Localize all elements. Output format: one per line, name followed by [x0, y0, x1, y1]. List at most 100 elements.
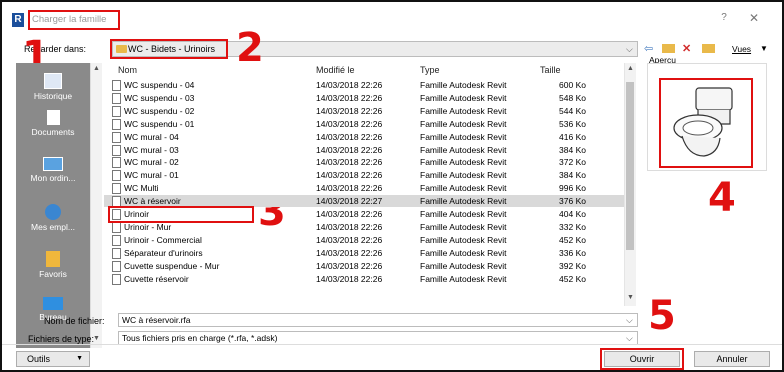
delete-icon[interactable]: ✕ — [682, 42, 691, 55]
file-modified: 14/03/2018 22:26 — [316, 118, 383, 129]
chevron-down-icon[interactable]: ⌵ — [626, 333, 633, 344]
file-type: Famille Autodesk Revit — [420, 157, 507, 168]
network-icon — [45, 204, 61, 220]
file-name: WC suspendu - 04 — [124, 80, 195, 90]
file-modified: 14/03/2018 22:27 — [316, 196, 383, 207]
scroll-down-icon[interactable]: ▼ — [93, 335, 100, 342]
callout-5: 5 — [648, 293, 676, 339]
new-folder-icon[interactable] — [702, 44, 715, 53]
file-icon — [112, 234, 121, 246]
file-modified: 14/03/2018 22:26 — [316, 157, 383, 168]
table-row[interactable]: Séparateur d'urinoirs 14/03/2018 22:26 Fam… — [104, 247, 634, 259]
toilet-preview-image — [673, 87, 733, 157]
file-type: Famille Autodesk Revit — [420, 221, 507, 232]
sidebar-item-label: Historique — [33, 91, 73, 101]
file-icon — [112, 144, 121, 156]
places-sidebar: Historique Documents Mon ordin... Mes em… — [16, 63, 90, 348]
documents-icon — [46, 110, 60, 125]
file-modified: 14/03/2018 22:26 — [316, 170, 383, 181]
file-type: Famille Autodesk Revit — [420, 118, 507, 129]
table-row[interactable]: WC suspendu - 01 14/03/2018 22:26 Famille … — [104, 118, 634, 130]
scroll-thumb[interactable] — [626, 82, 634, 250]
sidebar-item-network[interactable]: Mes empl... — [16, 204, 90, 232]
table-row[interactable]: WC mural - 01 14/03/2018 22:26 Famille Aut… — [104, 169, 634, 182]
close-button[interactable]: ✕ — [746, 11, 762, 27]
tools-button[interactable]: Outils ▼ — [16, 351, 90, 367]
sidebar-item-computer[interactable]: Mon ordin... — [16, 157, 90, 183]
scroll-up-icon[interactable]: ▲ — [93, 65, 100, 72]
file-modified: 14/03/2018 22:26 — [316, 209, 383, 219]
sidebar-item-favorites[interactable]: Favoris — [16, 251, 90, 279]
file-name: Urinoir - Commercial — [124, 234, 202, 245]
views-menu[interactable]: Vues — [732, 44, 751, 54]
file-modified: 14/03/2018 22:26 — [316, 105, 383, 116]
file-icon — [112, 221, 121, 233]
file-size: 452 Ko — [559, 273, 586, 284]
table-row[interactable]: WC Multi 14/03/2018 22:26 Famille Autodesk… — [104, 182, 634, 195]
file-size: 384 Ko — [559, 144, 586, 155]
file-modified: 14/03/2018 22:26 — [316, 221, 383, 232]
filename-input[interactable]: WC à réservoir.rfa — [118, 313, 638, 327]
file-name: WC mural - 04 — [124, 131, 179, 142]
file-name: WC Multi — [124, 183, 159, 194]
chevron-down-icon[interactable]: ⌵ — [626, 315, 633, 326]
filetype-select[interactable]: Tous fichiers pris en charge (*.rfa, *.a… — [118, 331, 638, 345]
table-row[interactable]: WC suspendu - 04 14/03/2018 22:26 Famille … — [104, 79, 634, 91]
table-row[interactable]: WC suspendu - 02 14/03/2018 22:26 Famille … — [104, 105, 634, 117]
filename-label: Nom de fichier: — [44, 316, 105, 326]
tools-button-label: Outils — [27, 354, 51, 364]
file-name: WC suspendu - 02 — [124, 105, 195, 116]
file-icon — [112, 92, 121, 104]
help-button[interactable]: ? — [716, 12, 732, 28]
sidebar-item-history[interactable]: Historique — [16, 73, 90, 101]
callout-box-look-in — [110, 39, 228, 59]
column-header-modified[interactable]: Modifié le — [316, 65, 355, 75]
column-header-type[interactable]: Type — [420, 65, 440, 75]
file-modified: 14/03/2018 22:26 — [316, 183, 383, 194]
file-modified: 14/03/2018 22:26 — [316, 247, 383, 258]
file-icon — [112, 273, 121, 285]
file-name: Séparateur d'urinoirs — [124, 247, 203, 258]
callout-2: 2 — [236, 25, 264, 71]
sidebar-item-label: Mes empl... — [31, 222, 75, 232]
table-row[interactable]: Urinoir - Commercial 14/03/2018 22:26 Fami… — [104, 234, 634, 246]
callout-4: 4 — [708, 175, 736, 221]
file-size: 376 Ko — [559, 196, 586, 207]
folder-up-icon[interactable] — [662, 44, 675, 53]
sidebar-item-documents[interactable]: Documents — [16, 110, 90, 137]
views-chevron-icon[interactable]: ▼ — [760, 44, 768, 53]
file-type: Famille Autodesk Revit — [420, 170, 507, 181]
callout-box-open — [600, 348, 684, 370]
filetype-label: Fichiers de type: — [28, 334, 95, 344]
file-size: 392 Ko — [559, 260, 586, 271]
scroll-up-icon[interactable]: ▲ — [627, 65, 634, 72]
table-row[interactable]: WC mural - 04 14/03/2018 22:26 Famille Aut… — [104, 131, 634, 143]
table-row[interactable]: WC mural - 03 14/03/2018 22:26 Famille Aut… — [104, 144, 634, 156]
file-name: WC suspendu - 01 — [124, 118, 195, 129]
file-name: Cuvette suspendue - Mur — [124, 260, 220, 271]
file-icon — [112, 80, 121, 91]
table-row[interactable]: Cuvette réservoir 14/03/2018 22:26 Famille… — [104, 273, 634, 285]
table-row[interactable]: WC mural - 02 14/03/2018 22:26 Famille Aut… — [104, 156, 634, 169]
back-arrow-icon[interactable]: ⇦ — [644, 42, 653, 55]
scroll-down-icon[interactable]: ▼ — [627, 294, 634, 301]
file-type: Famille Autodesk Revit — [420, 105, 507, 116]
file-type: Famille Autodesk Revit — [420, 247, 507, 258]
table-row[interactable]: WC suspendu - 03 14/03/2018 22:26 Famille … — [104, 92, 634, 104]
sidebar-scrollbar[interactable]: ▲ ▼ — [90, 63, 102, 348]
desktop-icon — [43, 297, 63, 310]
file-name: WC mural - 01 — [124, 170, 179, 181]
chevron-down-icon[interactable]: ⌵ — [626, 44, 633, 55]
file-icon — [112, 105, 121, 117]
file-size: 372 Ko — [559, 157, 586, 168]
file-name: WC suspendu - 03 — [124, 92, 195, 103]
sidebar-item-label: Favoris — [39, 269, 67, 279]
file-size: 600 Ko — [559, 80, 586, 90]
tools-chevron-icon: ▼ — [76, 355, 83, 362]
column-header-size[interactable]: Taille — [540, 65, 561, 75]
column-header-name[interactable]: Nom — [118, 65, 137, 75]
cancel-button[interactable]: Annuler — [694, 351, 770, 367]
table-row[interactable]: Cuvette suspendue - Mur 14/03/2018 22:26 F… — [104, 260, 634, 272]
file-type: Famille Autodesk Revit — [420, 92, 507, 103]
file-icon — [112, 118, 121, 130]
